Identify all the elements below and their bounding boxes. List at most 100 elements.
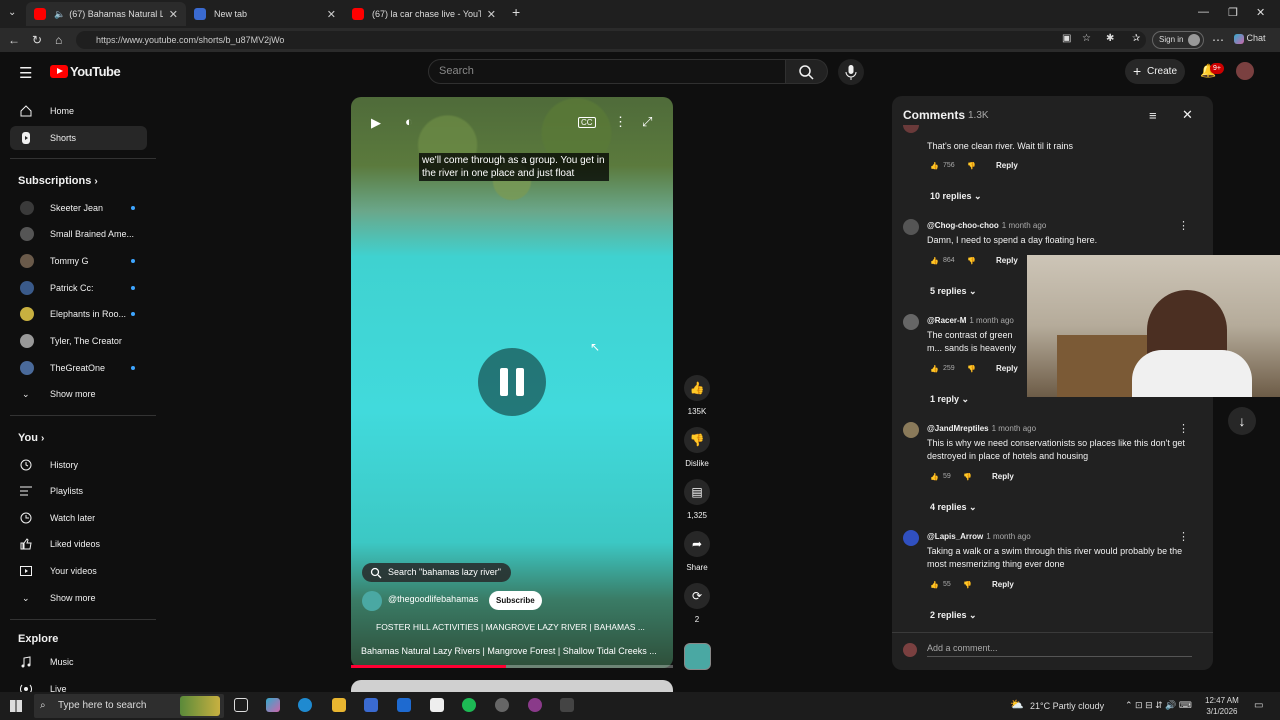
- comment-more-icon[interactable]: ⋮: [1178, 530, 1189, 543]
- dislike-icon[interactable]: 👎: [967, 365, 976, 373]
- sidebar-item-music[interactable]: Music: [10, 650, 147, 674]
- scroll-down-button[interactable]: ↓: [1228, 407, 1256, 435]
- back-icon[interactable]: ←: [8, 33, 20, 47]
- sound-thumbnail[interactable]: [684, 643, 711, 670]
- reply-button[interactable]: Reply: [996, 364, 1018, 373]
- windows-start-icon[interactable]: [10, 700, 22, 712]
- view-replies-toggle[interactable]: 1 reply ⌄: [930, 394, 969, 405]
- fullscreen-icon[interactable]: ⤢: [642, 114, 652, 130]
- new-tab-button[interactable]: +: [512, 4, 520, 20]
- close-tab-icon[interactable]: ✕: [487, 8, 496, 21]
- like-icon[interactable]: 👍: [930, 257, 939, 265]
- sidebar-subscription-item[interactable]: Tyler, The Creator: [10, 329, 147, 353]
- spotify-icon[interactable]: [462, 698, 476, 712]
- file-explorer-icon[interactable]: [332, 698, 346, 712]
- copilot-taskbar-icon[interactable]: [266, 698, 280, 712]
- notification-center-icon[interactable]: ▭: [1254, 700, 1263, 711]
- weather-text[interactable]: 21°C Partly cloudy: [1030, 701, 1104, 711]
- remix-button[interactable]: ⟳ 2: [680, 583, 714, 624]
- sidebar-item-live[interactable]: Live: [10, 677, 147, 692]
- related-video-link[interactable]: ▶ FOSTER HILL ACTIVITIES | MANGROVE LAZY…: [376, 622, 666, 632]
- comment-more-icon[interactable]: ⋮: [1178, 422, 1189, 435]
- system-tray-icons[interactable]: ⌃ ⊡ ⊟ ⇵ 🔊 ⌨: [1125, 700, 1192, 711]
- commenter-avatar[interactable]: [903, 422, 919, 438]
- sidebar-item-your-videos[interactable]: Your videos: [10, 559, 147, 583]
- dislike-icon[interactable]: 👎: [967, 162, 976, 170]
- commenter-handle[interactable]: @Chog-choo-choo 1 month ago: [927, 221, 1046, 230]
- view-replies-toggle[interactable]: 5 replies ⌄: [930, 286, 977, 297]
- home-icon[interactable]: ⌂: [55, 33, 62, 47]
- commenter-handle[interactable]: @JandMreptiles 1 month ago: [927, 424, 1036, 433]
- sidebar-subscription-item[interactable]: Tommy G: [10, 249, 147, 273]
- account-avatar[interactable]: [1236, 62, 1254, 80]
- reply-button[interactable]: Reply: [996, 161, 1018, 170]
- tab-list-icon[interactable]: ⌄: [8, 7, 16, 18]
- store-icon[interactable]: [364, 698, 378, 712]
- comment-more-icon[interactable]: ⋮: [1178, 219, 1189, 232]
- favorite-star-icon[interactable]: ☆: [1082, 33, 1091, 44]
- reply-button[interactable]: Reply: [992, 472, 1014, 481]
- sidebar-subscription-item[interactable]: TheGreatOne: [10, 356, 147, 380]
- sidebar-show-more[interactable]: ⌄ Show more: [10, 586, 147, 610]
- sidebar-subscription-item[interactable]: Patrick Cc:: [10, 276, 147, 300]
- dislike-icon[interactable]: 👎: [963, 473, 972, 481]
- sidebar-item-watch-later[interactable]: Watch later: [10, 506, 147, 530]
- copilot-chat-button[interactable]: Chat: [1234, 33, 1266, 44]
- notepad-icon[interactable]: [430, 698, 444, 712]
- address-bar[interactable]: https://www.youtube.com/shorts/b_u87MV2j…: [76, 31, 1146, 49]
- dislike-icon[interactable]: 👎: [967, 257, 976, 265]
- minimize-icon[interactable]: —: [1198, 6, 1209, 18]
- reply-button[interactable]: Reply: [996, 256, 1018, 265]
- commenter-avatar[interactable]: [903, 314, 919, 330]
- more-menu-icon[interactable]: ⋯: [1212, 33, 1224, 47]
- app-available-icon[interactable]: ▣: [1062, 33, 1071, 44]
- pause-icon[interactable]: [478, 348, 546, 416]
- captions-icon[interactable]: CC: [578, 117, 596, 128]
- dislike-button[interactable]: 👎 Dislike: [680, 427, 714, 468]
- hamburger-menu-icon[interactable]: ☰: [19, 64, 32, 82]
- task-view-icon[interactable]: [234, 698, 248, 712]
- sidebar-item-shorts[interactable]: Shorts: [10, 126, 147, 150]
- commenter-handle[interactable]: @Racer-M 1 month ago: [927, 316, 1014, 325]
- sidebar-item-home[interactable]: Home: [10, 99, 147, 123]
- youtube-logo-icon[interactable]: [50, 65, 68, 78]
- like-icon[interactable]: 👍: [930, 581, 939, 589]
- channel-avatar[interactable]: [362, 591, 382, 611]
- commenter-handle[interactable]: @Lapis_Arrow 1 month ago: [927, 532, 1031, 541]
- favorites-icon[interactable]: ✰: [1132, 33, 1140, 44]
- mail-icon[interactable]: [397, 698, 411, 712]
- taskbar-clock[interactable]: 12:47 AM 3/1/2026: [1205, 695, 1239, 717]
- search-input[interactable]: Search: [428, 59, 786, 84]
- like-button[interactable]: 👍 135K: [680, 375, 714, 416]
- comments-button[interactable]: ▤ 1,325: [680, 479, 714, 520]
- close-window-icon[interactable]: ✕: [1256, 6, 1265, 19]
- search-button[interactable]: [786, 59, 828, 84]
- app-icon[interactable]: [528, 698, 542, 712]
- add-comment-input[interactable]: Add a comment...: [927, 643, 1192, 657]
- sidebar-subscription-item[interactable]: Small Brained Ame...: [10, 222, 147, 246]
- like-icon[interactable]: 👍: [930, 473, 939, 481]
- sidebar-item-liked-videos[interactable]: Liked videos: [10, 532, 147, 556]
- commenter-avatar[interactable]: [903, 219, 919, 235]
- view-replies-toggle[interactable]: 4 replies ⌄: [930, 502, 977, 513]
- sidebar-item-playlists[interactable]: Playlists: [10, 479, 147, 503]
- voice-search-button[interactable]: [838, 59, 864, 85]
- video-progress-bar[interactable]: [351, 665, 673, 668]
- sort-icon[interactable]: ≡: [1149, 108, 1157, 123]
- sidebar-subscription-item[interactable]: Skeeter Jean: [10, 196, 147, 220]
- maximize-icon[interactable]: ❐: [1228, 6, 1238, 19]
- edge-browser-icon[interactable]: [298, 698, 312, 712]
- short-title[interactable]: Bahamas Natural Lazy Rivers | Mangrove F…: [361, 646, 661, 656]
- sidebar-show-more[interactable]: ⌄ Show more: [10, 382, 147, 406]
- more-options-icon[interactable]: ⋮: [614, 114, 627, 130]
- commenter-avatar[interactable]: [903, 530, 919, 546]
- volume-icon[interactable]: ◐: [405, 114, 413, 129]
- like-icon[interactable]: 👍: [930, 162, 939, 170]
- browser-tab[interactable]: (67) la car chase live - YouTube ✕: [344, 2, 504, 26]
- close-tab-icon[interactable]: ✕: [327, 8, 336, 21]
- audio-icon[interactable]: 🔈: [54, 9, 65, 20]
- obs-icon[interactable]: [495, 698, 509, 712]
- sidebar-subscription-item[interactable]: Elephants in Roo...: [10, 302, 147, 326]
- youtube-logo-text[interactable]: YouTube: [70, 64, 121, 79]
- close-icon[interactable]: ✕: [1182, 107, 1193, 123]
